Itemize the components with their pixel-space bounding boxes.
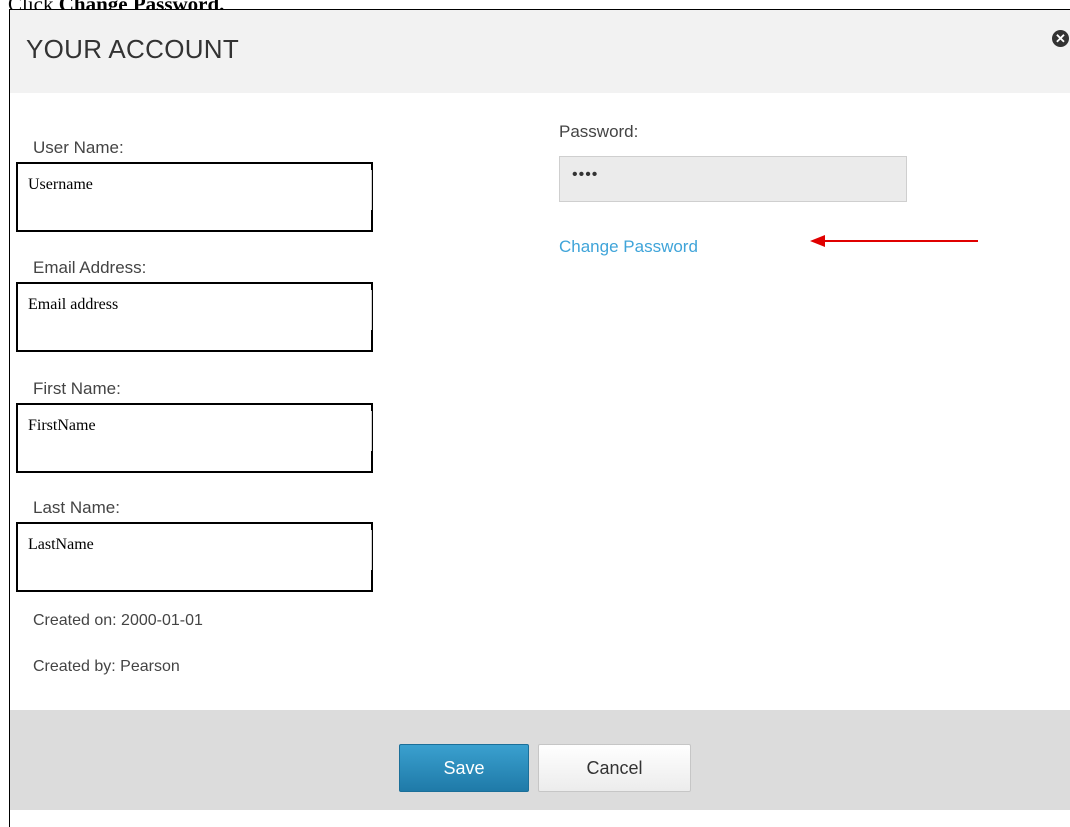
save-button[interactable]: Save: [399, 744, 529, 792]
email-field[interactable]: Email address: [16, 282, 373, 352]
account-dialog: YOUR ACCOUNT ✕ User Name: Username Email…: [9, 9, 1070, 827]
dialog-header: YOUR ACCOUNT ✕: [10, 10, 1070, 93]
cancel-button[interactable]: Cancel: [538, 744, 691, 792]
email-label: Email Address:: [33, 258, 147, 277]
last-name-field[interactable]: LastName: [16, 522, 373, 592]
created-by-text: Created by: Pearson: [33, 658, 180, 675]
created-on-text: Created on: 2000-01-01: [33, 612, 203, 629]
first-name-label: First Name:: [33, 379, 121, 398]
close-icon[interactable]: ✕: [1052, 30, 1069, 47]
password-label: Password:: [559, 122, 639, 141]
last-name-label: Last Name:: [33, 498, 120, 517]
dialog-title: YOUR ACCOUNT: [26, 34, 240, 64]
change-password-link[interactable]: Change Password: [559, 237, 698, 257]
username-label: User Name:: [33, 138, 124, 157]
password-field[interactable]: ••••: [559, 156, 907, 202]
first-name-field[interactable]: FirstName: [16, 403, 373, 473]
username-field[interactable]: Username: [16, 162, 373, 232]
annotation-arrow-icon: [810, 235, 978, 247]
dialog-footer: Save Cancel: [10, 710, 1070, 810]
